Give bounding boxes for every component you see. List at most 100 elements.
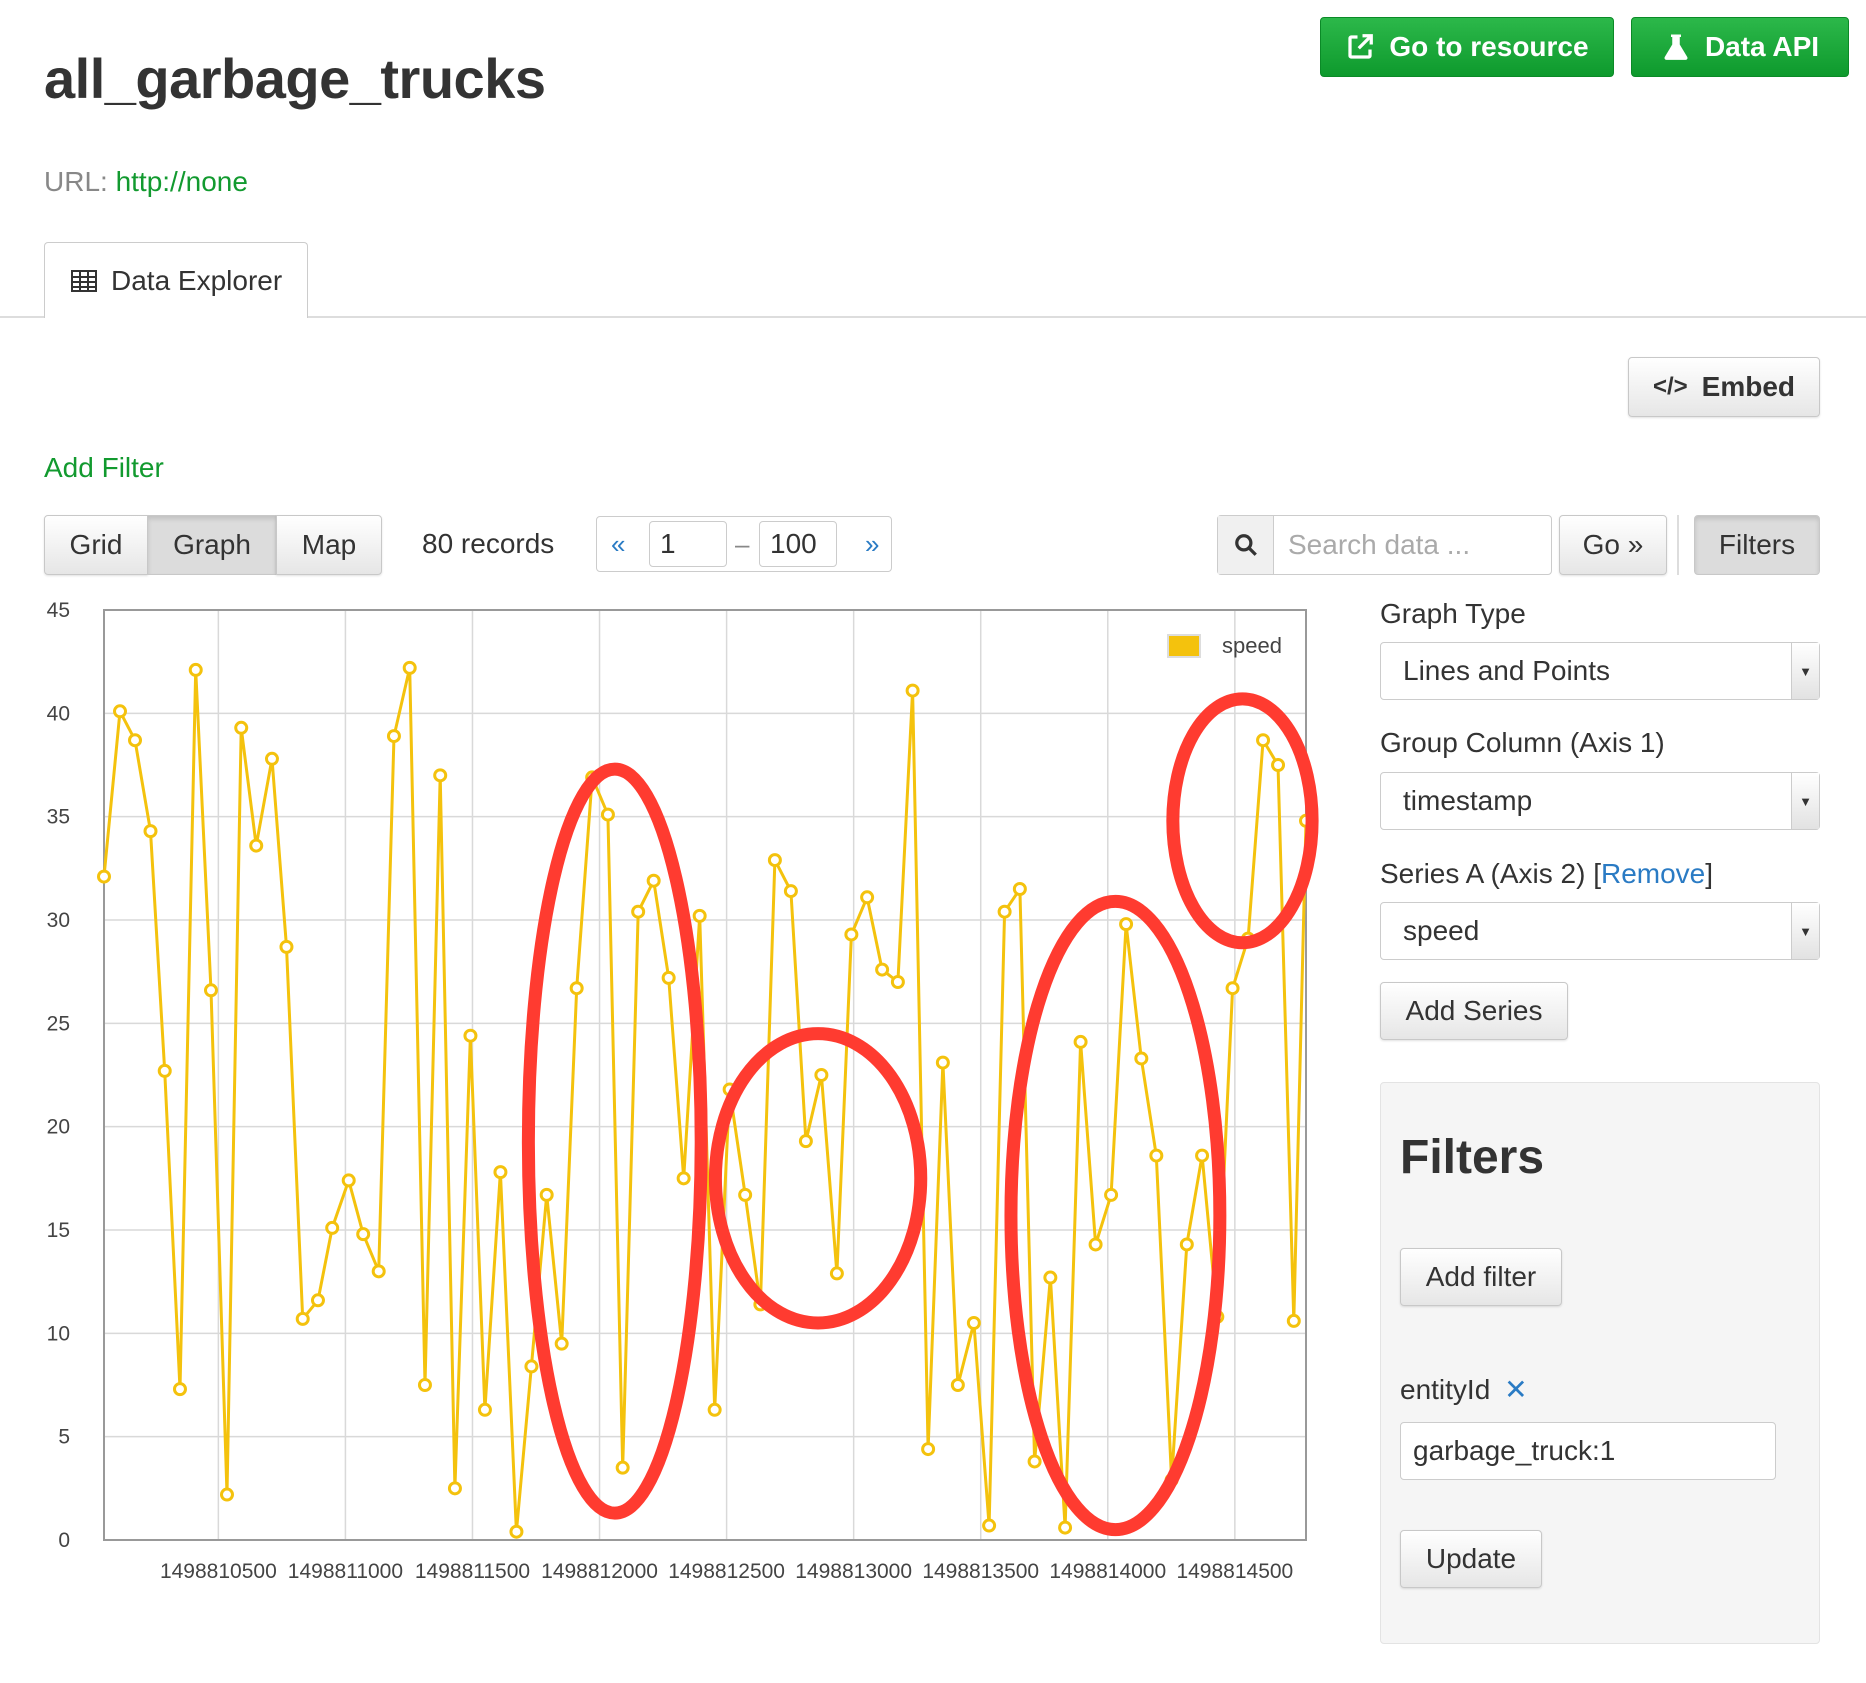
data-point xyxy=(219,1487,234,1502)
data-point xyxy=(767,853,782,868)
tab-data-explorer-label: Data Explorer xyxy=(111,264,283,296)
data-point xyxy=(1012,882,1027,896)
data-point xyxy=(1043,1270,1058,1285)
pager-to-input[interactable] xyxy=(759,521,837,567)
data-point xyxy=(539,1187,554,1202)
data-point xyxy=(860,890,875,905)
x-tick-label: 1498814000 xyxy=(1049,1560,1166,1583)
x-tick-label: 1498812500 xyxy=(668,1560,785,1583)
filters-toggle-button[interactable]: Filters xyxy=(1694,515,1820,575)
data-point xyxy=(935,1055,950,1070)
y-tick-label: 5 xyxy=(58,1426,70,1449)
y-tick-label: 30 xyxy=(47,909,70,932)
chevron-down-icon: ▼ xyxy=(1791,903,1819,959)
update-button[interactable]: Update xyxy=(1400,1530,1542,1588)
data-point xyxy=(692,908,707,923)
data-point xyxy=(417,1378,432,1392)
view-map-button[interactable]: Map xyxy=(276,515,382,575)
group-column-label: Group Column (Axis 1) xyxy=(1380,727,1665,758)
url-label: URL: xyxy=(44,166,108,197)
x-tick-label: 1498813500 xyxy=(922,1560,1039,1583)
data-point xyxy=(1088,1237,1103,1252)
remove-series-link[interactable]: Remove xyxy=(1601,858,1705,889)
data-api-button[interactable]: Data API xyxy=(1631,17,1849,77)
pager-from-input[interactable] xyxy=(649,521,727,567)
search-go-button[interactable]: Go » xyxy=(1559,515,1667,575)
data-point xyxy=(143,824,158,839)
data-point xyxy=(249,838,264,853)
data-point xyxy=(631,904,646,919)
resource-url: URL: http://none xyxy=(44,166,248,198)
close-icon[interactable]: ✕ xyxy=(1504,1374,1527,1405)
data-point xyxy=(371,1264,386,1279)
code-icon: </> xyxy=(1652,373,1688,400)
x-tick-label: 1498814500 xyxy=(1176,1560,1293,1583)
data-point xyxy=(1271,758,1286,772)
data-point xyxy=(402,660,417,675)
data-point xyxy=(356,1227,371,1242)
data-point xyxy=(524,1359,539,1374)
graph-type-select[interactable]: Lines and Points ▼ xyxy=(1380,642,1820,700)
data-point xyxy=(844,927,859,942)
highlight-ellipse xyxy=(1004,894,1227,1537)
embed-label: Embed xyxy=(1701,371,1796,402)
data-point xyxy=(477,1402,492,1417)
toolbar-divider xyxy=(1677,515,1679,575)
speed-chart: 051015202530354045 1498810500 1498811000 1… xyxy=(47,599,1319,1583)
tab-data-explorer[interactable]: Data Explorer xyxy=(44,242,308,318)
url-link[interactable]: http://none xyxy=(116,166,248,197)
search-input[interactable] xyxy=(1276,522,1536,568)
data-point xyxy=(997,904,1012,919)
series-a-label: Series A (Axis 2) xyxy=(1380,858,1586,889)
view-graph-button[interactable]: Graph xyxy=(147,515,277,575)
record-count: 80 records xyxy=(422,528,555,559)
pager-next[interactable]: » xyxy=(865,529,879,560)
data-point xyxy=(783,884,798,899)
go-to-resource-label: Go to resource xyxy=(1389,31,1589,62)
add-filter-button[interactable]: Add filter xyxy=(1400,1248,1562,1306)
data-point xyxy=(295,1311,310,1326)
add-series-button[interactable]: Add Series xyxy=(1380,982,1568,1040)
data-point xyxy=(325,1220,340,1235)
data-point xyxy=(661,970,676,985)
data-point xyxy=(386,729,401,744)
data-point xyxy=(676,1171,691,1186)
data-point xyxy=(966,1316,981,1330)
filter-value-input[interactable] xyxy=(1400,1422,1776,1480)
data-point xyxy=(463,1028,478,1043)
data-point xyxy=(905,683,920,698)
search-addon xyxy=(1218,516,1274,574)
series-a-header: Series A (Axis 2) [Remove] xyxy=(1380,858,1713,890)
group-column-select[interactable]: timestamp ▼ xyxy=(1380,772,1820,830)
x-tick-label: 1498811500 xyxy=(415,1560,530,1583)
data-point xyxy=(1195,1148,1210,1163)
data-point xyxy=(113,704,128,719)
data-point xyxy=(447,1481,462,1496)
data-point xyxy=(646,873,661,888)
pager-prev[interactable]: « xyxy=(611,529,625,560)
go-to-resource-button[interactable]: Go to resource xyxy=(1320,17,1614,77)
y-tick-label: 20 xyxy=(47,1116,70,1139)
y-tick-label: 0 xyxy=(58,1529,70,1552)
data-point xyxy=(950,1378,965,1392)
search-icon xyxy=(1234,534,1257,556)
chevron-down-icon: ▼ xyxy=(1791,643,1819,699)
series-a-select[interactable]: speed ▼ xyxy=(1380,902,1820,960)
view-grid-button[interactable]: Grid xyxy=(44,515,148,575)
remove-bracket-open: [ xyxy=(1593,858,1601,889)
data-point xyxy=(1179,1237,1194,1252)
filter-field: entityId ✕ xyxy=(1400,1373,1528,1406)
y-axis: 0 5 10 15 20 25 30 35 40 45 xyxy=(47,599,70,1552)
data-point xyxy=(1256,733,1271,748)
table-icon xyxy=(71,269,97,292)
add-filter-link[interactable]: Add Filter xyxy=(44,452,164,484)
data-point xyxy=(1134,1051,1149,1066)
y-tick-label: 45 xyxy=(47,599,70,622)
filter-field-name: entityId xyxy=(1400,1374,1491,1405)
remove-bracket-close: ] xyxy=(1705,858,1714,889)
filters-heading: Filters xyxy=(1400,1131,1545,1184)
data-point xyxy=(128,733,143,748)
data-point xyxy=(982,1518,997,1533)
flask-icon xyxy=(1664,34,1688,60)
embed-button[interactable]: </> Embed xyxy=(1628,357,1820,417)
